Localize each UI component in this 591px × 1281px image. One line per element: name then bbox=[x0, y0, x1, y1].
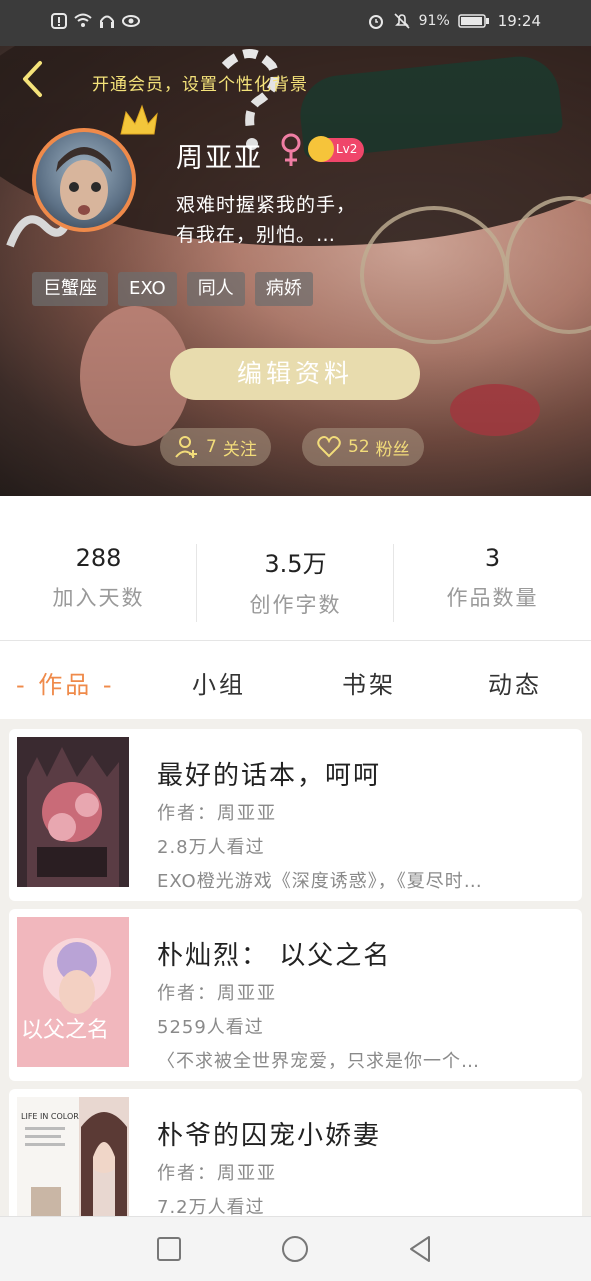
back-arrow-icon[interactable] bbox=[18, 60, 48, 98]
headphones-icon bbox=[100, 15, 114, 28]
battery-percent: 91% bbox=[418, 13, 450, 29]
home-icon[interactable] bbox=[279, 1233, 311, 1265]
stat-days: 288 加入天数 bbox=[0, 544, 197, 612]
status-bar: 91% 19:24 bbox=[0, 0, 591, 46]
crown-icon bbox=[120, 104, 158, 135]
work-title: 朴爷的囚宠小娇妻 bbox=[157, 1121, 382, 1151]
wifi-icon bbox=[74, 13, 92, 27]
back-icon[interactable] bbox=[405, 1233, 437, 1265]
battery-icon bbox=[458, 14, 489, 28]
followers-count: 52 bbox=[348, 437, 370, 457]
works-list: 最好的话本，呵呵 作者：周亚亚 2.8万人看过 EXO橙光游戏《深度诱惑》，《夏… bbox=[0, 719, 591, 1216]
stats-panel: 288 加入天数 3.5万 创作字数 3 作品数量 bbox=[0, 496, 591, 641]
work-card[interactable]: 最好的话本，呵呵 作者：周亚亚 2.8万人看过 EXO橙光游戏《深度诱惑》，《夏… bbox=[9, 729, 582, 901]
tag-2: EXO bbox=[118, 272, 177, 306]
content-tabs: - 作品 - 小组 书架 动态 bbox=[0, 641, 591, 719]
work-author: 作者：周亚亚 bbox=[157, 803, 277, 824]
avatar[interactable] bbox=[32, 128, 136, 232]
tag-4: 病娇 bbox=[254, 272, 313, 306]
mute-icon bbox=[394, 13, 410, 29]
background-shade bbox=[0, 46, 591, 496]
profile-tags: 巨蟹座 EXO 同人 病娇 bbox=[32, 272, 313, 306]
profile-background[interactable] bbox=[0, 46, 591, 496]
system-nav-bar bbox=[0, 1216, 591, 1281]
work-card[interactable]: LIFE IN COLOR 朴爷的囚宠小娇妻 作者：周亚亚 7.2万人看过 bbox=[9, 1089, 582, 1216]
status-right: 91% 19:24 bbox=[367, 12, 541, 30]
follow-user-icon bbox=[175, 436, 197, 458]
alert-icon bbox=[51, 13, 67, 29]
bio-line-1: 艰难时握紧我的手， bbox=[176, 194, 357, 216]
work-title: 最好的话本，呵呵 bbox=[157, 761, 382, 791]
cover-title-text: 以父之名 bbox=[21, 1018, 109, 1043]
level-badge: Lv2 bbox=[308, 136, 364, 162]
work-description: EXO橙光游戏《深度诱惑》，《夏尽时… bbox=[157, 871, 483, 892]
stat-words: 3.5万 创作字数 bbox=[197, 544, 394, 619]
heart-icon bbox=[317, 436, 341, 458]
following-button[interactable]: 7 关注 bbox=[160, 428, 271, 466]
profile-name: 周亚亚 bbox=[176, 143, 263, 174]
stat-works-value: 3 bbox=[484, 544, 501, 572]
work-card[interactable]: 以父之名 朴灿烈： 以父之名 作者：周亚亚 5259人看过 〈不求被全世界宠爱，… bbox=[9, 909, 582, 1081]
work-description: 〈不求被全世界宠爱，只求是你一个… bbox=[157, 1051, 480, 1072]
tab-groups[interactable]: 小组 bbox=[192, 665, 246, 700]
tag-3: 同人 bbox=[186, 272, 245, 306]
stat-works-label: 作品数量 bbox=[446, 586, 539, 610]
cover-brand-text: LIFE IN COLOR bbox=[21, 1112, 79, 1121]
work-cover-image: 以父之名 bbox=[17, 917, 129, 1067]
following-count: 7 bbox=[206, 437, 217, 457]
work-views: 2.8万人看过 bbox=[157, 837, 265, 858]
avatar-face bbox=[56, 147, 112, 220]
work-cover-image: LIFE IN COLOR bbox=[17, 1097, 129, 1216]
work-author: 作者：周亚亚 bbox=[157, 1163, 277, 1184]
edit-profile-button[interactable]: 编辑资料 bbox=[170, 348, 420, 400]
work-cover-image bbox=[17, 737, 129, 887]
recent-apps-icon[interactable] bbox=[153, 1233, 185, 1265]
work-views: 5259人看过 bbox=[157, 1017, 264, 1038]
tab-works[interactable]: - 作品 - bbox=[16, 665, 115, 700]
tab-activity[interactable]: 动态 bbox=[488, 665, 542, 700]
stat-words-label: 创作字数 bbox=[249, 593, 342, 617]
clock: 19:24 bbox=[497, 12, 541, 30]
followers-button[interactable]: 52 粉丝 bbox=[302, 428, 424, 466]
female-icon bbox=[281, 133, 301, 166]
vip-background-link[interactable]: 开通会员，设置个性化背景 bbox=[92, 70, 308, 95]
work-views: 7.2万人看过 bbox=[157, 1197, 265, 1216]
work-title: 朴灿烈： 以父之名 bbox=[157, 941, 392, 971]
stat-days-value: 288 bbox=[75, 544, 122, 572]
tag-1: 巨蟹座 bbox=[32, 272, 108, 306]
stat-days-label: 加入天数 bbox=[52, 586, 145, 610]
alarm-icon bbox=[368, 15, 383, 29]
level-crown-icon bbox=[308, 136, 334, 162]
followers-label: 粉丝 bbox=[375, 439, 410, 460]
work-author: 作者：周亚亚 bbox=[157, 983, 277, 1004]
bio-line-2: 有我在，别怕。… bbox=[176, 224, 337, 246]
profile-bio: 艰难时握紧我的手， 有我在，别怕。… bbox=[176, 190, 416, 250]
stat-words-value: 3.5万 bbox=[264, 550, 327, 578]
level-text: Lv2 bbox=[336, 142, 358, 156]
status-left-icons bbox=[50, 12, 140, 30]
following-label: 关注 bbox=[222, 439, 257, 460]
stat-works: 3 作品数量 bbox=[394, 544, 591, 612]
eye-icon bbox=[122, 15, 140, 27]
tab-bookshelf[interactable]: 书架 bbox=[342, 665, 396, 700]
